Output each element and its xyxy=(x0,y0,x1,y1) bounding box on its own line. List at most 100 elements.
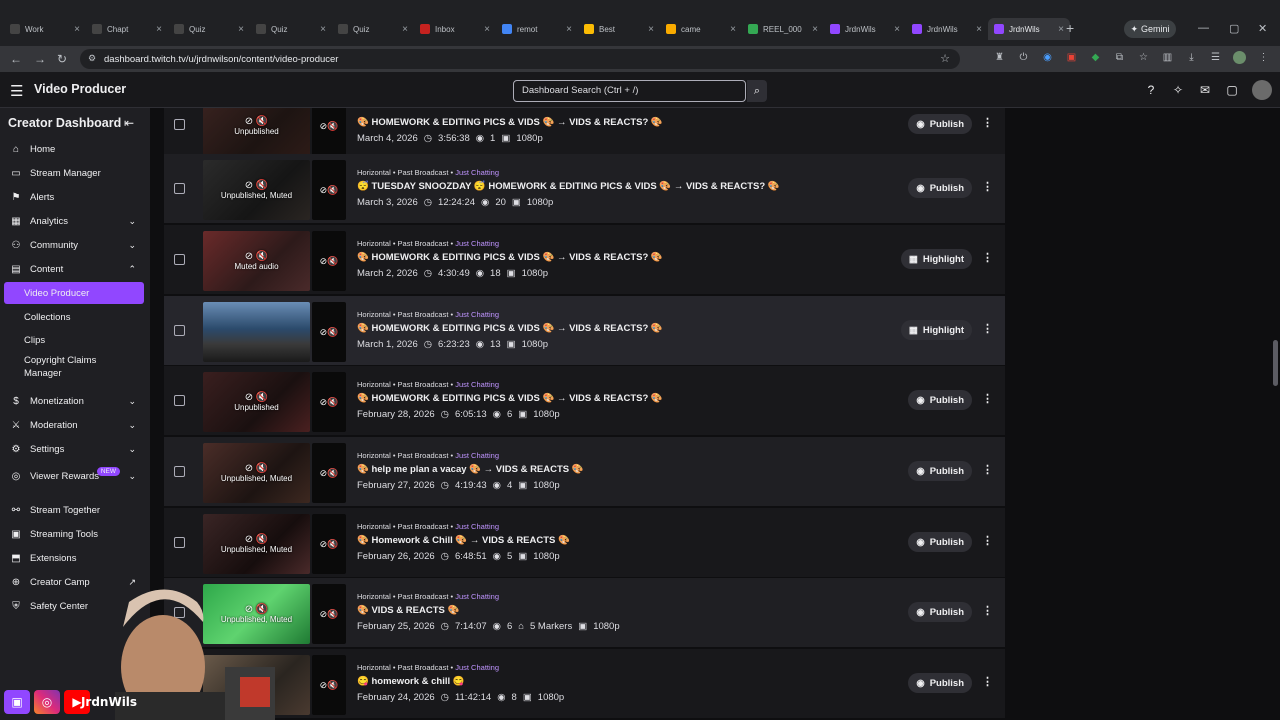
browser-tab[interactable]: Chapt × xyxy=(86,18,168,40)
chevron-icon[interactable]: ⌄ xyxy=(128,396,136,407)
browser-tab[interactable]: JrdnWils × xyxy=(906,18,988,40)
video-row[interactable]: ⊘ 🔇 Unpublished, Muted ⊘🔇 Horizontal • Past… xyxy=(164,437,1005,507)
video-title[interactable]: 🎨 help me plan a vacay 🎨 → VIDS & REACTS… xyxy=(357,464,584,475)
tab-close-icon[interactable]: × xyxy=(648,24,654,35)
publish-button[interactable]: ◉ Publish xyxy=(908,178,972,198)
browser-tab[interactable]: Quiz × xyxy=(168,18,250,40)
sidebar-item-moderation[interactable]: ⚔ Moderation ⌄ xyxy=(4,414,144,436)
sidebar-item-collections[interactable]: Collections xyxy=(4,306,144,328)
video-thumbnail[interactable]: ⊘ 🔇 Unpublished, Muted xyxy=(203,160,310,220)
select-checkbox[interactable] xyxy=(174,254,185,265)
search-icon[interactable]: ⌕ xyxy=(747,80,767,102)
sidebar-item-copyright-claims-manager[interactable]: Copyright Claims Manager xyxy=(4,353,144,381)
publish-button[interactable]: ◉ Publish xyxy=(908,602,972,622)
sidepanel-icon[interactable]: ▥ xyxy=(1161,51,1174,64)
sidebar-item-community[interactable]: ⚇ Community ⌄ xyxy=(4,234,144,256)
chevron-icon[interactable]: ⌄ xyxy=(128,444,136,455)
help-icon[interactable]: ? xyxy=(1144,83,1158,97)
more-options-icon[interactable]: ⋮ xyxy=(982,251,993,264)
scrollbar[interactable] xyxy=(1273,340,1278,386)
forward-icon[interactable]: → xyxy=(34,52,46,66)
video-row[interactable]: ⊘ 🔇Muted⊘🔇Horizontal • Past Broadcast • … xyxy=(164,649,1005,719)
browser-tab[interactable]: Best × xyxy=(578,18,660,40)
extension-icon[interactable]: ◆ xyxy=(1089,51,1102,64)
sidebar-item-content[interactable]: ▤ Content ⌃ xyxy=(4,258,144,280)
video-thumbnail[interactable]: ⊘ 🔇 Unpublished xyxy=(203,372,310,432)
video-category[interactable]: Just Chatting xyxy=(455,380,499,389)
video-category[interactable]: Just Chatting xyxy=(455,310,499,319)
vertical-thumbnail[interactable]: ⊘🔇 xyxy=(312,514,346,574)
vertical-thumbnail[interactable]: ⊘🔇 xyxy=(312,443,346,503)
tab-close-icon[interactable]: × xyxy=(484,24,490,35)
video-row[interactable]: ⊘ 🔇 Muted audio ⊘🔇 Horizontal • Past Broadc… xyxy=(164,225,1005,295)
sidebar-item-monetization[interactable]: $ Monetization ⌄ xyxy=(4,390,144,412)
publish-button[interactable]: ◉ Publish xyxy=(908,390,972,410)
video-title[interactable]: 🎨 HOMEWORK & EDITING PICS & VIDS 🎨 → VID… xyxy=(357,117,663,128)
video-category[interactable]: Just Chatting xyxy=(455,168,499,177)
select-checkbox[interactable] xyxy=(174,119,185,130)
sidebar-item-streaming-tools[interactable]: ▣ Streaming Tools xyxy=(4,523,144,545)
magic-icon[interactable]: ✧ xyxy=(1171,83,1185,97)
tab-close-icon[interactable]: × xyxy=(976,24,982,35)
tab-close-icon[interactable]: × xyxy=(156,24,162,35)
video-thumbnail[interactable] xyxy=(203,302,310,362)
vertical-thumbnail[interactable]: ⊘🔇 xyxy=(312,655,346,715)
more-options-icon[interactable]: ⋮ xyxy=(982,463,993,476)
more-options-icon[interactable]: ⋮ xyxy=(982,534,993,547)
tab-close-icon[interactable]: × xyxy=(238,24,244,35)
avatar[interactable] xyxy=(1252,80,1272,100)
more-options-icon[interactable]: ⋮ xyxy=(982,604,993,617)
more-options-icon[interactable]: ⋮ xyxy=(982,322,993,335)
select-checkbox[interactable] xyxy=(174,183,185,194)
minimize-icon[interactable]: — xyxy=(1198,22,1209,34)
power-icon[interactable]: ⏻ xyxy=(1017,51,1030,64)
video-category[interactable]: Just Chatting xyxy=(455,522,499,531)
video-thumbnail[interactable]: ⊘ 🔇 Unpublished, Muted xyxy=(203,443,310,503)
video-thumbnail[interactable]: ⊘ 🔇 Muted audio xyxy=(203,231,310,291)
video-row[interactable]: ⊘ 🔇 Unpublished ⊘🔇 Horizontal • Past Broadc… xyxy=(164,366,1005,436)
video-row[interactable]: ⊘ 🔇 Unpublished, Muted ⊘🔇 Horizontal • Past… xyxy=(164,154,1005,224)
download-icon[interactable]: ⤓ xyxy=(1185,51,1198,64)
tab-search-icon[interactable]: ☰ xyxy=(1209,51,1222,64)
browser-tab[interactable]: JrdnWils × xyxy=(988,18,1070,40)
tab-close-icon[interactable]: × xyxy=(320,24,326,35)
tab-close-icon[interactable]: × xyxy=(74,24,80,35)
sidebar-item-home[interactable]: ⌂ Home xyxy=(4,138,144,160)
tab-close-icon[interactable]: × xyxy=(894,24,900,35)
close-window-icon[interactable]: ✕ xyxy=(1258,22,1267,35)
publish-button[interactable]: ◉ Publish xyxy=(908,114,972,134)
browser-tab[interactable]: REEL_000 × xyxy=(742,18,824,40)
video-title[interactable]: 🎨 HOMEWORK & EDITING PICS & VIDS 🎨 → VID… xyxy=(357,323,663,334)
dashboard-search-input[interactable]: Dashboard Search (Ctrl + /) xyxy=(513,80,746,102)
extension-icon[interactable]: ▣ xyxy=(1065,51,1078,64)
sidebar-item-alerts[interactable]: ⚑ Alerts xyxy=(4,186,144,208)
video-title[interactable]: 🎨 VIDS & REACTS 🎨 xyxy=(357,605,459,616)
extension-icon[interactable]: ♜ xyxy=(993,51,1006,64)
gemini-button[interactable]: ✦ Gemini xyxy=(1124,20,1176,38)
vertical-thumbnail[interactable]: ⊘🔇 xyxy=(312,108,346,156)
hamburger-menu-icon[interactable]: ☰ xyxy=(10,82,23,100)
tab-close-icon[interactable]: × xyxy=(1058,24,1064,35)
puzzle-icon[interactable]: ⧉ xyxy=(1113,51,1126,64)
whispers-icon[interactable]: ▢ xyxy=(1225,83,1239,97)
browser-tab[interactable]: JrdnWils × xyxy=(824,18,906,40)
sidebar-item-viewer-rewards[interactable]: ◎ Viewer Rewards ⌄ NEW xyxy=(4,462,144,490)
browser-tab[interactable]: Work × xyxy=(4,18,86,40)
publish-button[interactable]: ◉ Publish xyxy=(908,673,972,693)
bookmarks-icon[interactable]: ☆ xyxy=(1137,51,1150,64)
video-row[interactable]: ⊘🔇 Horizontal • Past Broadcast • Just Cha… xyxy=(164,296,1005,366)
more-options-icon[interactable]: ⋮ xyxy=(982,116,993,129)
browser-tab[interactable]: remot × xyxy=(496,18,578,40)
back-icon[interactable]: ← xyxy=(10,52,22,66)
sidebar-item-stream-manager[interactable]: ▭ Stream Manager xyxy=(4,162,144,184)
select-checkbox[interactable] xyxy=(174,537,185,548)
bookmark-star-icon[interactable]: ☆ xyxy=(940,52,950,65)
chevron-icon[interactable]: ⌄ xyxy=(128,240,136,251)
vertical-thumbnail[interactable]: ⊘🔇 xyxy=(312,302,346,362)
inbox-icon[interactable]: ✉ xyxy=(1198,83,1212,97)
video-title[interactable]: 😴 TUESDAY SNOOZDAY 😴 HOMEWORK & EDITING … xyxy=(357,181,780,192)
browser-tab[interactable]: Quiz × xyxy=(250,18,332,40)
chevron-icon[interactable]: ⌄ xyxy=(128,420,136,431)
video-category[interactable]: Just Chatting xyxy=(455,451,499,460)
url-field[interactable]: ⚙ dashboard.twitch.tv/u/jrdnwilson/conte… xyxy=(80,49,960,69)
